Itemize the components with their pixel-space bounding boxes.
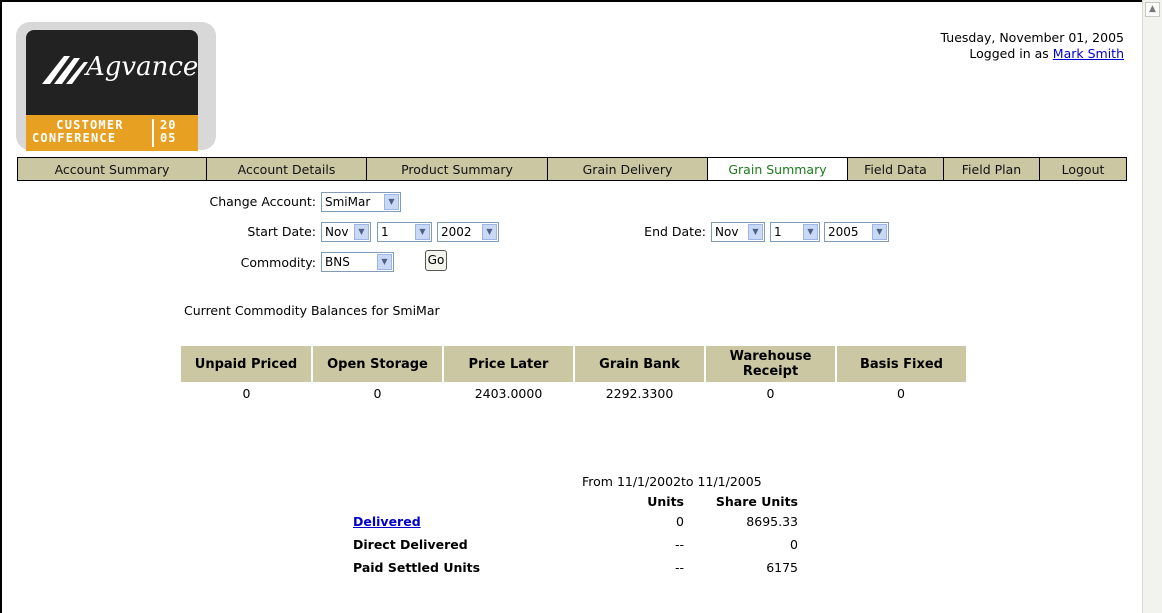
agvance-logo: Agvance CUSTOMER CONFERENCE 20 05 — [16, 22, 216, 151]
logo-conference-banner: CUSTOMER CONFERENCE 20 05 — [26, 115, 198, 151]
vertical-scrollbar[interactable]: ▲ — [1142, 0, 1162, 613]
start-day-select[interactable]: 1 ▼ — [377, 222, 432, 242]
chevron-down-icon: ▼ — [482, 224, 497, 240]
chevron-down-icon: ▼ — [415, 224, 430, 240]
logo-year: 20 05 — [160, 119, 176, 145]
scroll-up-arrow-icon[interactable]: ▲ — [1145, 2, 1160, 17]
chevron-down-icon: ▼ — [384, 194, 399, 210]
paid-settled-units-label: Paid Settled Units — [353, 560, 481, 575]
end-date-label: End Date: — [644, 224, 706, 239]
current-date: Tuesday, November 01, 2005 — [940, 30, 1124, 45]
value-price-later: 2403.0000 — [474, 385, 543, 401]
table-row: 0 0 2403.0000 2292.3300 0 0 — [181, 382, 966, 404]
logo-separator — [152, 119, 154, 147]
start-month-select[interactable]: Nov ▼ — [321, 222, 371, 242]
session-info: Tuesday, November 01, 2005 Logged in as … — [941, 30, 1124, 62]
chevron-down-icon: ▼ — [354, 224, 369, 240]
end-year-select[interactable]: 2005 ▼ — [824, 222, 889, 242]
start-year-value: 2002 — [441, 225, 472, 239]
balances-header-row: Unpaid Priced Open Storage Price Later G… — [181, 346, 966, 382]
start-date-label: Start Date: — [247, 224, 316, 239]
balances-table: Unpaid Priced Open Storage Price Later G… — [181, 346, 966, 404]
header-basis-fixed: Basis Fixed — [835, 346, 966, 382]
user-name-link[interactable]: Mark Smith — [1053, 46, 1124, 61]
commodity-select[interactable]: BNS ▼ — [321, 252, 394, 272]
main-nav: Account Summary Account Details Product … — [17, 157, 1127, 181]
end-day-value: 1 — [774, 225, 782, 239]
delivered-link[interactable]: Delivered — [353, 514, 421, 529]
logo-year-line2: 05 — [160, 131, 177, 145]
swoosh-icon — [42, 56, 88, 84]
start-day-value: 1 — [381, 225, 389, 239]
header-price-later: Price Later — [442, 346, 574, 382]
account-select[interactable]: SmiMar ▼ — [321, 192, 401, 212]
commodity-value: BNS — [325, 255, 350, 269]
value-grain-bank: 2292.3300 — [605, 385, 674, 401]
value-warehouse-receipt: 0 — [766, 385, 775, 401]
balances-title: Current Commodity Balances for SmiMar — [184, 303, 440, 318]
tab-grain-summary[interactable]: Grain Summary — [708, 158, 848, 180]
tab-field-data[interactable]: Field Data — [848, 158, 944, 180]
value-unpaid-priced: 0 — [242, 385, 251, 401]
delivered-units: 0 — [676, 514, 684, 529]
chevron-down-icon: ▼ — [803, 224, 818, 240]
header-grain-bank: Grain Bank — [573, 346, 705, 382]
paid-settled-units: -- — [674, 560, 684, 575]
chevron-down-icon: ▼ — [748, 224, 763, 240]
delivered-share-units: 8695.33 — [746, 514, 798, 529]
tab-account-details[interactable]: Account Details — [207, 158, 367, 180]
summary-date-range: From 11/1/2002to 11/1/2005 — [582, 474, 762, 489]
logo-conference-text: CUSTOMER CONFERENCE — [32, 119, 148, 145]
account-select-value: SmiMar — [325, 195, 371, 209]
end-month-value: Nov — [715, 225, 739, 239]
change-account-label: Change Account: — [209, 194, 316, 209]
header-open-storage: Open Storage — [311, 346, 443, 382]
logo-dark-panel: Agvance — [26, 30, 198, 115]
go-button[interactable]: Go — [425, 250, 447, 271]
summary-units-header: Units — [647, 494, 684, 509]
logo-conference-line2: CONFERENCE — [32, 131, 117, 145]
end-year-value: 2005 — [828, 225, 859, 239]
direct-delivered-units: -- — [674, 537, 684, 552]
tab-logout[interactable]: Logout — [1040, 158, 1126, 180]
paid-settled-share-units: 6175 — [766, 560, 798, 575]
logged-in-prefix: Logged in as — [969, 46, 1049, 61]
value-open-storage: 0 — [373, 385, 382, 401]
header-unpaid-priced: Unpaid Priced — [181, 346, 312, 382]
logged-in-line: Logged in as Mark Smith — [941, 46, 1124, 62]
direct-delivered-label: Direct Delivered — [353, 537, 468, 552]
header-warehouse-receipt: Warehouse Receipt — [704, 346, 836, 382]
tab-grain-delivery[interactable]: Grain Delivery — [548, 158, 708, 180]
value-basis-fixed: 0 — [897, 385, 905, 401]
tab-account-summary[interactable]: Account Summary — [18, 158, 207, 180]
tab-product-summary[interactable]: Product Summary — [367, 158, 548, 180]
start-month-value: Nov — [325, 225, 349, 239]
summary-share-units-header: Share Units — [715, 494, 798, 509]
tab-field-plan[interactable]: Field Plan — [944, 158, 1040, 180]
direct-delivered-share-units: 0 — [790, 537, 798, 552]
chevron-down-icon: ▼ — [377, 254, 392, 270]
start-year-select[interactable]: 2002 ▼ — [437, 222, 499, 242]
logo-brand-text: Agvance — [86, 52, 199, 82]
chevron-down-icon: ▼ — [872, 224, 887, 240]
commodity-label: Commodity: — [240, 255, 316, 270]
end-month-select[interactable]: Nov ▼ — [711, 222, 765, 242]
end-day-select[interactable]: 1 ▼ — [770, 222, 820, 242]
